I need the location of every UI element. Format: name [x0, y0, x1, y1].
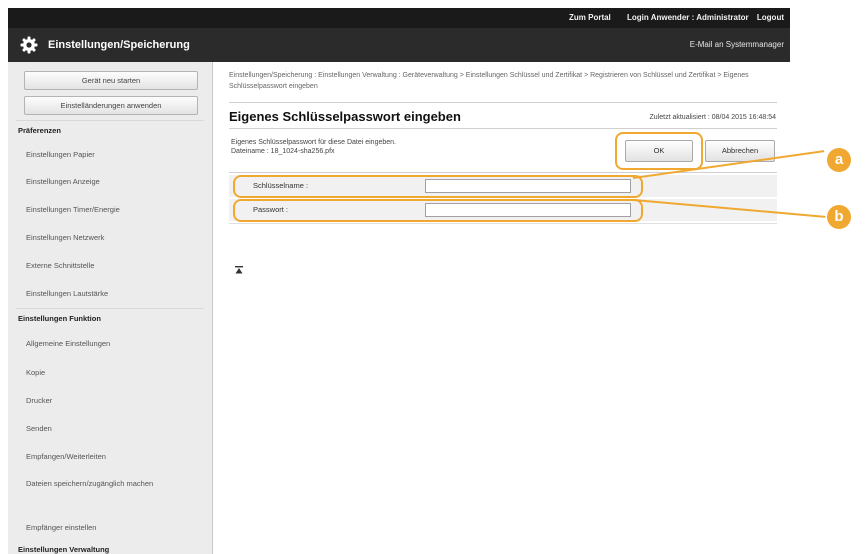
- restart-device-button[interactable]: Gerät neu starten: [24, 71, 198, 90]
- top-links: Zum Portal Login Anwender : Administrato…: [555, 8, 784, 28]
- divider: [229, 223, 777, 224]
- callout-a-badge: a: [827, 148, 851, 172]
- sidebar-item-destination[interactable]: Empfänger einstellen: [26, 522, 96, 533]
- top-link-bar: Zum Portal Login Anwender : Administrato…: [8, 8, 790, 28]
- apply-settings-button[interactable]: Einstelländerungen anwenden: [24, 96, 198, 115]
- sidebar-item-printer[interactable]: Drucker: [26, 395, 52, 406]
- last-updated-text: Zuletzt aktualisiert : 08/04 2015 16:48:…: [649, 114, 776, 121]
- sidebar-divider: [16, 120, 204, 121]
- page-title: Eigenes Schlüsselpasswort eingeben: [229, 109, 461, 124]
- gear-icon: [20, 36, 38, 54]
- browser-page: Zum Portal Login Anwender : Administrato…: [8, 8, 790, 554]
- sidebar-item-copy[interactable]: Kopie: [26, 367, 45, 378]
- description: Eigenes Schlüsselpasswort für diese Date…: [231, 138, 396, 156]
- sidebar-item-paper[interactable]: Einstellungen Papier: [26, 149, 95, 160]
- main-content: Einstellungen/Speicherung : Einstellunge…: [213, 62, 790, 554]
- sidebar-section-functions: Einstellungen Funktion: [18, 314, 101, 323]
- description-text: Eigenes Schlüsselpasswort für diese Date…: [231, 139, 396, 146]
- callout-highlight-key-name: [233, 175, 643, 198]
- sidebar-item-display[interactable]: Einstellungen Anzeige: [26, 176, 100, 187]
- scroll-top-icon[interactable]: [235, 266, 243, 274]
- sidebar-item-receive-forward[interactable]: Empfangen/Weiterleiten: [26, 451, 106, 462]
- sidebar-item-timer-energy[interactable]: Einstellungen Timer/Energie: [26, 204, 120, 215]
- callout-highlight-ok: [615, 132, 703, 170]
- app-title-bar: Einstellungen/Speicherung E-Mail an Syst…: [8, 28, 790, 62]
- sidebar-item-external-interface[interactable]: Externe Schnittstelle: [26, 260, 94, 271]
- sidebar: Gerät neu starten Einstelländerungen anw…: [8, 62, 213, 554]
- divider: [229, 172, 777, 173]
- sidebar-item-network[interactable]: Einstellungen Netzwerk: [26, 232, 104, 243]
- sidebar-section-preferences: Präferenzen: [18, 126, 61, 135]
- divider: [229, 128, 777, 129]
- callout-b-badge: b: [827, 205, 851, 229]
- callout-highlight-password: [233, 199, 643, 222]
- login-user-label: Login Anwender : Administrator: [627, 13, 749, 22]
- sidebar-item-send[interactable]: Senden: [26, 423, 52, 434]
- mail-to-manager-link[interactable]: E-Mail an Systemmanager: [690, 28, 784, 62]
- sidebar-divider: [16, 308, 204, 309]
- logout-link[interactable]: Logout: [757, 13, 784, 22]
- divider: [229, 102, 777, 103]
- sidebar-item-store-access-files[interactable]: Dateien speichern/zugänglich machen: [26, 478, 176, 489]
- app-title: Einstellungen/Speicherung: [48, 39, 190, 51]
- sidebar-item-volume[interactable]: Einstellungen Lautstärke: [26, 288, 108, 299]
- portal-link[interactable]: Zum Portal: [569, 13, 611, 22]
- sidebar-section-management: Einstellungen Verwaltung: [18, 545, 110, 554]
- file-name-text: Dateiname : 18_1024-sha256.pfx: [231, 148, 335, 155]
- sidebar-item-general[interactable]: Allgemeine Einstellungen: [26, 338, 110, 349]
- breadcrumb: Einstellungen/Speicherung : Einstellunge…: [229, 72, 749, 90]
